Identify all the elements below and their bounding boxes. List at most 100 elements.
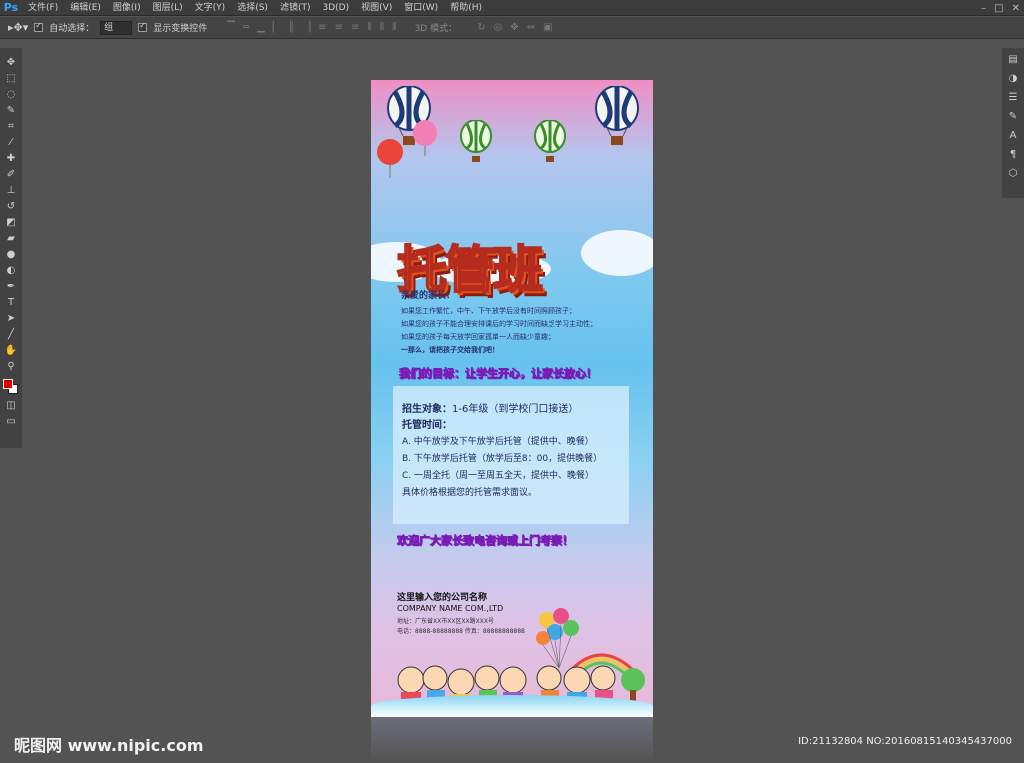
type-tool-icon[interactable]: T	[2, 296, 20, 309]
company-address: 地址：广东省XX市XX区XX路XXX号	[397, 618, 494, 625]
distribute-middle-icon[interactable]: ≡	[335, 22, 343, 33]
properties-panel-icon[interactable]: ☰	[1009, 92, 1018, 103]
quick-mask-icon[interactable]: ◫	[2, 399, 20, 412]
maximize-button[interactable]: □	[994, 3, 1003, 14]
quick-select-tool-icon[interactable]: ✎	[2, 104, 20, 117]
cloud-decoration	[581, 230, 653, 276]
eyedropper-tool-icon[interactable]: ⁄	[2, 136, 20, 149]
distribute-center-icon[interactable]: ⦀	[380, 22, 384, 33]
watermark-id: ID:21132804 NO:20160815140345437000	[798, 736, 1012, 747]
marquee-tool-icon[interactable]: ⬚	[2, 72, 20, 85]
menu-file[interactable]: 文件(F)	[22, 0, 64, 16]
distribute-left-icon[interactable]: ⦀	[367, 22, 371, 33]
show-transform-label: 显示变换控件	[153, 24, 208, 34]
align-buttons: ▔ ═ ▁ ▏ ║ ▕ ≡ ≡ ≡ ⦀ ⦀ ⦀	[227, 22, 396, 33]
heart-balloon	[377, 139, 403, 178]
line-tool-icon[interactable]: ╱	[2, 328, 20, 341]
menu-bar: Ps 文件(F) 编辑(E) 图像(I) 图层(L) 文字(Y) 选择(S) 滤…	[0, 0, 1024, 16]
character-panel-icon[interactable]: A	[1010, 130, 1017, 141]
company-info: 这里输入您的公司名称 COMPANY NAME COM.,LTD 地址：广东省X…	[397, 590, 525, 635]
dodge-tool-icon[interactable]: ◐	[2, 264, 20, 277]
schedule-option: B. 下午放学后托管（放学后至8：00，提供晚餐）	[402, 454, 603, 464]
3d-rotate-icon[interactable]: ↻	[477, 22, 485, 33]
brush-panel-icon[interactable]: ✎	[1009, 111, 1017, 122]
align-right-icon[interactable]: ▕	[302, 22, 310, 33]
show-transform-checkbox[interactable]	[138, 21, 148, 32]
3d-panel-icon[interactable]: ⬡	[1009, 168, 1018, 179]
menu-edit[interactable]: 编辑(E)	[64, 0, 107, 16]
crop-tool-icon[interactable]: ⌗	[2, 120, 20, 133]
menu-layer[interactable]: 图层(L)	[147, 0, 189, 16]
auto-select-checkbox[interactable]	[34, 21, 44, 32]
hot-air-balloon-green-right	[534, 120, 566, 162]
menu-view[interactable]: 视图(V)	[355, 0, 398, 16]
path-select-tool-icon[interactable]: ➤	[2, 312, 20, 325]
enroll-line: 招生对象：1-6年级（到学校门口接送）	[402, 400, 629, 416]
document-canvas[interactable]: 托管班 亲爱的家长： 如果您工作繁忙，中午、下午放学后没有时间照顾孩子； 如果您…	[371, 80, 653, 717]
align-middle-icon[interactable]: ═	[243, 22, 249, 33]
menu-image[interactable]: 图像(I)	[107, 0, 147, 16]
lasso-tool-icon[interactable]: ◌	[2, 88, 20, 101]
screen-mode-icon[interactable]: ▭	[2, 415, 20, 428]
move-tool-icon[interactable]: ✥	[2, 56, 20, 69]
3d-scale-icon[interactable]: ▣	[543, 22, 552, 33]
menu-help[interactable]: 帮助(H)	[444, 0, 488, 16]
intro-greeting: 亲爱的家长：	[401, 291, 456, 301]
hand-tool-icon[interactable]: ✋	[2, 344, 20, 357]
enrollment-info-box: 招生对象：1-6年级（到学校门口接送） 托管时间： A. 中午放学及下午放学后托…	[393, 386, 629, 524]
healing-tool-icon[interactable]: ✚	[2, 152, 20, 165]
align-top-icon[interactable]: ▔	[227, 22, 235, 33]
menu-select[interactable]: 选择(S)	[231, 0, 274, 16]
photoshop-logo: Ps	[3, 1, 19, 14]
distribute-bottom-icon[interactable]: ≡	[351, 22, 359, 33]
move-tool-preset-icon[interactable]: ▸✥▾	[8, 21, 28, 34]
align-center-icon[interactable]: ║	[288, 22, 294, 33]
intro-closing: 一那么，请把孩子交给我们吧！	[401, 346, 499, 354]
pricing-note: 具体价格根据您的托管需求面议。	[402, 488, 538, 498]
distribute-top-icon[interactable]: ≡	[318, 22, 326, 33]
schedule-title: 托管时间：	[402, 420, 452, 431]
company-name-en: COMPANY NAME COM.,LTD	[397, 604, 504, 613]
menu-3d[interactable]: 3D(D)	[316, 0, 355, 16]
align-bottom-icon[interactable]: ▁	[257, 22, 265, 33]
welcome-slogan: 欢迎广大家长致电咨询或上门考察！	[397, 534, 574, 548]
menu-filter[interactable]: 滤镜(T)	[274, 0, 317, 16]
enroll-label: 招生对象：	[402, 404, 452, 415]
3d-pan-icon[interactable]: ✥	[510, 22, 518, 33]
intro-line: 如果您的孩子不能合理安排课后的学习时间而缺乏学习主动性；	[401, 320, 597, 328]
gradient-tool-icon[interactable]: ▰	[2, 232, 20, 245]
color-swatches[interactable]	[2, 378, 20, 396]
intro-line: 如果您的孩子每天放学回家孤单一人而缺少童趣；	[401, 333, 555, 341]
brush-tool-icon[interactable]: ✐	[2, 168, 20, 181]
window-controls: – □ ✕	[981, 0, 1020, 16]
schedule-option: C. 一周全托（周一至周五全天，提供中、晚餐）	[402, 471, 595, 481]
intro-line: 如果您工作繁忙，中午、下午放学后没有时间照顾孩子；	[401, 307, 576, 315]
zoom-tool-icon[interactable]: ⚲	[2, 360, 20, 373]
distribute-right-icon[interactable]: ⦀	[392, 22, 396, 33]
close-button[interactable]: ✕	[1012, 3, 1020, 14]
goal-slogan: 我们的目标：让学生开心，让家长放心！	[399, 367, 598, 381]
schedule-option: A. 中午放学及下午放学后托管（提供中、晚餐）	[402, 437, 594, 447]
options-bar: ▸✥▾ 自动选择： 组 显示变换控件 ▔ ═ ▁ ▏ ║ ▕ ≡ ≡ ≡ ⦀ ⦀…	[0, 17, 1024, 39]
eraser-tool-icon[interactable]: ◩	[2, 216, 20, 229]
history-panel-icon[interactable]: ▤	[1008, 54, 1017, 65]
watermark-site: 昵图网 www.nipic.com	[14, 736, 204, 755]
paragraph-panel-icon[interactable]: ¶	[1010, 149, 1016, 160]
align-left-icon[interactable]: ▏	[273, 22, 281, 33]
pen-tool-icon[interactable]: ✒	[2, 280, 20, 293]
menu-window[interactable]: 窗口(W)	[398, 0, 444, 16]
blur-tool-icon[interactable]: ●	[2, 248, 20, 261]
3d-roll-icon[interactable]: ◎	[493, 22, 502, 33]
history-brush-tool-icon[interactable]: ↺	[2, 200, 20, 213]
hot-air-balloon-right	[595, 86, 639, 145]
auto-select-dropdown[interactable]: 组	[100, 20, 133, 35]
3d-mode-label: 3D 模式：	[414, 24, 458, 34]
auto-select-label: 自动选择：	[49, 24, 95, 34]
hot-air-balloon-green-left	[460, 120, 492, 162]
stamp-tool-icon[interactable]: ⊥	[2, 184, 20, 197]
adjustments-panel-icon[interactable]: ◑	[1009, 73, 1018, 84]
minimize-button[interactable]: –	[981, 3, 986, 14]
menu-type[interactable]: 文字(Y)	[189, 0, 232, 16]
3d-slide-icon[interactable]: ⇔	[527, 22, 535, 33]
foreground-color-swatch[interactable]	[3, 379, 13, 389]
